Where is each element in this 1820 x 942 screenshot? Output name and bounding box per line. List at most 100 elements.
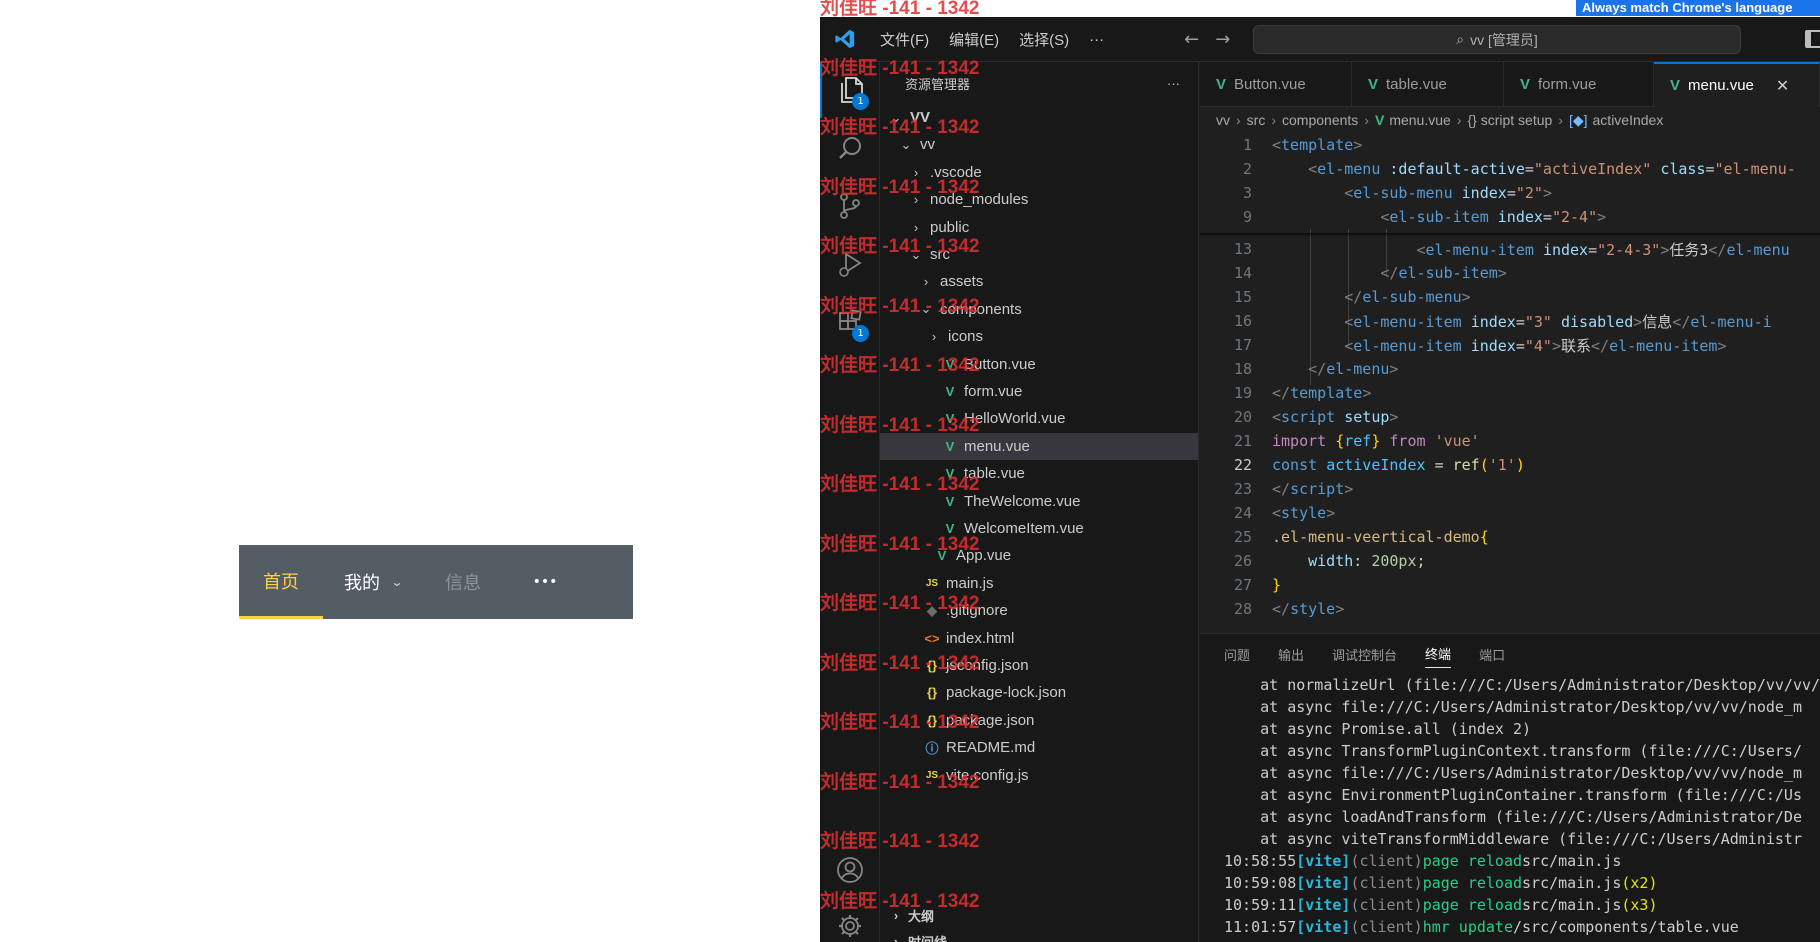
- tab-debug-console[interactable]: 调试控制台: [1332, 641, 1397, 668]
- breadcrumb-item[interactable]: activeIndex: [1593, 112, 1664, 128]
- tab-problems[interactable]: 问题: [1224, 641, 1250, 668]
- file-tree-item[interactable]: Vmenu.vue: [880, 432, 1198, 460]
- file-tree-item[interactable]: {} package.json: [880, 707, 1198, 734]
- menu-file[interactable]: 文件(F): [870, 29, 939, 50]
- file-tree-item[interactable]: ⓘ README.md: [880, 734, 1198, 761]
- file-tree-item[interactable]: V App.vue: [880, 542, 1198, 569]
- timeline-label: 时间线: [908, 934, 948, 942]
- code-editor[interactable]: 1 <template> 2 <el-menu :default-active="…: [1200, 133, 1820, 633]
- menu-item-home[interactable]: 首页: [239, 545, 323, 619]
- menu-more[interactable]: ···: [1079, 31, 1114, 48]
- file-tree-label: vite.config.js: [946, 766, 1029, 784]
- file-tree-item[interactable]: V TheWelcome.vue: [880, 488, 1198, 515]
- file-tree-item[interactable]: V HelloWorld.vue: [880, 405, 1198, 432]
- breadcrumb-item[interactable]: {} script setup: [1467, 112, 1552, 128]
- line-number: 13: [1233, 240, 1252, 258]
- file-tree-item[interactable]: › icons: [880, 323, 1198, 350]
- line-number: 22: [1233, 456, 1252, 474]
- tab-menu-vue[interactable]: Vmenu.vue ✕: [1654, 62, 1820, 107]
- vue-file-icon: V: [945, 356, 955, 372]
- file-tree-label: README.md: [946, 739, 1036, 757]
- back-arrow-icon[interactable]: ←: [1176, 29, 1207, 50]
- log-time: 10:58:55: [1224, 852, 1297, 870]
- terminal-log-line: 10:59:08 [vite] (client) page reload src…: [1224, 872, 1658, 894]
- command-center-search[interactable]: ⌕ vv [管理员]: [1253, 25, 1741, 54]
- file-tree-item[interactable]: ⌄ vv: [880, 131, 1198, 158]
- file-tree-label: index.html: [946, 629, 1015, 647]
- close-icon[interactable]: ✕: [1776, 76, 1789, 96]
- explorer-activity[interactable]: 1: [820, 62, 880, 118]
- extensions-activity[interactable]: 1: [820, 294, 880, 350]
- log-time: 10:59:11: [1224, 896, 1297, 914]
- submenu-mine[interactable]: 我的 ⌄: [323, 545, 423, 619]
- log-action: page reload: [1422, 896, 1523, 914]
- file-tree-item[interactable]: ◆ .gitignore: [880, 597, 1198, 624]
- manage-activity[interactable]: [820, 898, 880, 942]
- file-tree-label: package.json: [946, 711, 1035, 729]
- file-tree-item[interactable]: › .vscode: [880, 159, 1198, 186]
- search-activity[interactable]: [820, 120, 880, 176]
- menu-selection[interactable]: 选择(S): [1009, 29, 1079, 50]
- chrome-language-hint[interactable]: Always match Chrome's language: [1576, 0, 1820, 16]
- line-number: 14: [1233, 264, 1252, 282]
- breadcrumb-item[interactable]: vv: [1216, 112, 1230, 128]
- explorer-more-icon[interactable]: ···: [1167, 76, 1180, 91]
- file-tree-item[interactable]: Vform.vue: [880, 378, 1198, 405]
- file-tree-item[interactable]: ⌄ components: [880, 296, 1198, 323]
- breadcrumb: vv › src › components › Vmenu.vue › {} scrip…: [1200, 107, 1820, 133]
- file-tree-label: VV: [910, 109, 931, 126]
- file-tree-item[interactable]: <> index.html: [880, 625, 1198, 652]
- file-tree-item[interactable]: JS main.js: [880, 570, 1198, 597]
- activity-bar: 1 1: [820, 62, 880, 942]
- toggle-sidebar-icon[interactable]: [1805, 30, 1820, 48]
- tab-button-vue[interactable]: V Button.vue: [1200, 62, 1352, 107]
- file-tree-item[interactable]: › assets: [880, 268, 1198, 295]
- tab-output[interactable]: 输出: [1278, 641, 1304, 668]
- breadcrumb-item[interactable]: src: [1247, 112, 1266, 128]
- file-tree-item[interactable]: V WelcomeItem.vue: [880, 515, 1198, 542]
- demo-horizontal-menu: 首页 我的 ⌄ 信息 •••: [239, 545, 633, 619]
- tab-form-vue[interactable]: Vform.vue: [1504, 62, 1654, 107]
- chevron-right-icon: ›: [1558, 112, 1563, 128]
- log-action: page reload: [1422, 852, 1523, 870]
- run-debug-activity[interactable]: [820, 236, 880, 292]
- menu-more-ellipsis[interactable]: •••: [503, 545, 587, 619]
- file-tree-item[interactable]: {} jsconfig.json: [880, 652, 1198, 679]
- file-tree-item[interactable]: JS vite.config.js: [880, 762, 1198, 789]
- file-tree-item[interactable]: ⌄ VV: [880, 104, 1198, 131]
- menu-edit[interactable]: 编辑(E): [939, 29, 1009, 50]
- file-tree-item[interactable]: › public: [880, 214, 1198, 241]
- tab-terminal[interactable]: 终端: [1425, 640, 1452, 668]
- file-tree-label: main.js: [946, 574, 994, 592]
- terminal-log-line: 10:59:11 [vite] (client) page reload src…: [1224, 894, 1658, 916]
- outline-section[interactable]: › 大纲: [880, 902, 1198, 928]
- forward-arrow-icon[interactable]: →: [1207, 29, 1238, 50]
- json-file-icon: {}: [926, 712, 938, 728]
- line-number: 15: [1233, 288, 1252, 306]
- file-tree-item[interactable]: V Button.vue: [880, 351, 1198, 378]
- breadcrumb-item[interactable]: components: [1282, 112, 1358, 128]
- log-client: (client): [1350, 918, 1423, 936]
- tab-ports[interactable]: 端口: [1479, 641, 1505, 668]
- log-action: hmr update: [1422, 918, 1513, 936]
- file-tree-item[interactable]: {} package-lock.json: [880, 679, 1198, 706]
- vue-file-icon: V: [1670, 77, 1681, 94]
- file-tree-item[interactable]: ⌄ src: [880, 241, 1198, 268]
- file-tree-label: form.vue: [964, 383, 1023, 400]
- readme-info-icon: ⓘ: [925, 741, 939, 757]
- chevron-right-icon: ›: [1364, 112, 1369, 128]
- chevron-right-icon: ›: [913, 192, 919, 208]
- breadcrumb-item[interactable]: menu.vue: [1389, 112, 1450, 128]
- tab-table-vue[interactable]: Vtable.vue: [1352, 62, 1504, 107]
- file-tree-item[interactable]: › node_modules: [880, 186, 1198, 213]
- search-icon: ⌕: [1456, 31, 1465, 47]
- source-control-activity[interactable]: [820, 178, 880, 234]
- file-tree-label: .vscode: [930, 163, 982, 181]
- file-tree-item[interactable]: Vtable.vue: [880, 460, 1198, 487]
- vue-file-icon: V: [945, 521, 955, 536]
- timeline-section[interactable]: › 时间线: [880, 928, 1198, 942]
- variable-icon: [◆]: [1568, 111, 1588, 128]
- editor-tabs: V Button.vue Vtable.vue Vform.vue Vmenu.v…: [1200, 62, 1820, 107]
- accounts-activity[interactable]: [820, 842, 880, 898]
- vue-file-icon: V: [937, 548, 947, 564]
